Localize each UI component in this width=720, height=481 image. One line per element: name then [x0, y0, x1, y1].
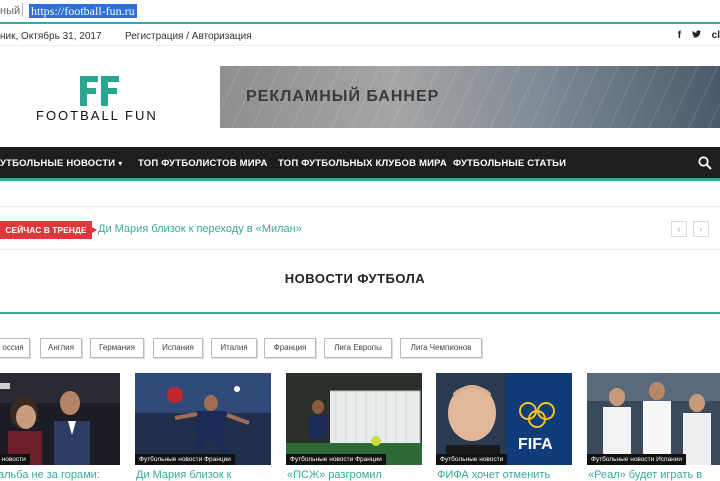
vk-icon[interactable]: cl [712, 30, 720, 41]
url-text[interactable]: https://football-fun.ru [29, 4, 137, 18]
news-thumbnail [587, 373, 720, 465]
filter-russia[interactable]: оссия [0, 338, 30, 358]
news-caption[interactable]: «Реал» будет играть в [588, 469, 702, 481]
site-logo[interactable]: FOOTBALL FUN [30, 72, 170, 123]
news-thumbnail: FIFA [436, 373, 572, 465]
chevron-down-icon: ▾ [118, 159, 123, 168]
news-card[interactable]: Футбольные новости Франции [286, 373, 422, 465]
current-date: ник, Октябрь 31, 2017 [0, 31, 102, 42]
news-category: Футбольные новости Испании [587, 454, 686, 465]
ff-logo-mark [80, 76, 119, 106]
trending-link[interactable]: Ди Мария близок к переходу в «Милан» [98, 223, 302, 235]
banner-text: РЕКЛАМНЫЙ БАННЕР [246, 88, 440, 105]
top-bar: ник, Октябрь 31, 2017 Регистрация / Авто… [0, 26, 720, 46]
address-bar[interactable]: ный https://football-fun.ru [0, 0, 720, 24]
news-thumbnail [286, 373, 422, 465]
news-thumbnail [135, 373, 271, 465]
security-label: ный [0, 5, 21, 17]
news-category: Футбольные новости Франции [286, 454, 386, 465]
filter-france[interactable]: Франция [264, 338, 316, 358]
filter-germany[interactable]: Германия [90, 338, 144, 358]
trending-bar: СЕЙЧАС В ТРЕНДЕ Ди Мария близок к перехо… [0, 206, 720, 250]
svg-text:FIFA: FIFA [518, 436, 553, 453]
facebook-icon[interactable]: f [678, 30, 681, 41]
address-divider [22, 3, 23, 17]
nav-item-articles[interactable]: ФУТБОЛЬНЫЕ СТАТЬИ [453, 158, 566, 169]
trending-prev-button[interactable]: ‹ [671, 221, 687, 237]
news-caption[interactable]: «ПСЖ» разгромил [287, 469, 382, 481]
filter-spain[interactable]: Испания [153, 338, 203, 358]
main-nav: УТБОЛЬНЫЕ НОВОСТИ ▾ ТОП ФУТБОЛИСТОВ МИРА … [0, 147, 720, 181]
news-caption[interactable]: альба не за горами: [0, 469, 100, 481]
logo-name: FOOTBALL FUN [36, 108, 158, 123]
search-icon[interactable] [698, 156, 712, 170]
news-card[interactable]: ные новости [0, 373, 120, 465]
news-caption[interactable]: ФИФА хочет отменить [437, 469, 550, 481]
twitter-icon[interactable] [691, 30, 704, 41]
news-thumbnail [0, 373, 120, 465]
news-card[interactable]: Футбольные новости Испании [587, 373, 720, 465]
filter-italy[interactable]: Италия [211, 338, 257, 358]
social-links: f cl [670, 30, 720, 41]
section-header: НОВОСТИ ФУТБОЛА [0, 252, 720, 314]
trending-badge: СЕЙЧАС В ТРЕНДЕ [0, 221, 97, 239]
news-card[interactable]: Футбольные новости Франции [135, 373, 271, 465]
trending-next-button[interactable]: › [693, 221, 709, 237]
news-category: Футбольные новости Франции [135, 454, 235, 465]
news-card[interactable]: FIFA Футбольные новости [436, 373, 572, 465]
nav-item-top-players[interactable]: ТОП ФУТБОЛИСТОВ МИРА [138, 158, 268, 169]
news-category: ные новости [0, 454, 30, 465]
auth-link[interactable]: Регистрация / Авторизация [125, 31, 252, 42]
filter-champions-league[interactable]: Лига Чемпионов [400, 338, 482, 358]
news-category: Футбольные новости [436, 454, 508, 465]
section-title: НОВОСТИ ФУТБОЛА [284, 271, 426, 286]
filter-england[interactable]: Англия [40, 338, 82, 358]
nav-item-news[interactable]: УТБОЛЬНЫЕ НОВОСТИ ▾ [0, 158, 122, 169]
news-caption[interactable]: Ди Мария близок к [136, 469, 231, 481]
filter-europa-league[interactable]: Лига Европы [324, 338, 392, 358]
nav-item-top-clubs[interactable]: ТОП ФУТБОЛЬНЫХ КЛУБОВ МИРА [278, 158, 447, 169]
nav-item-label: УТБОЛЬНЫЕ НОВОСТИ [0, 158, 116, 169]
ad-banner[interactable]: РЕКЛАМНЫЙ БАННЕР [220, 66, 720, 128]
